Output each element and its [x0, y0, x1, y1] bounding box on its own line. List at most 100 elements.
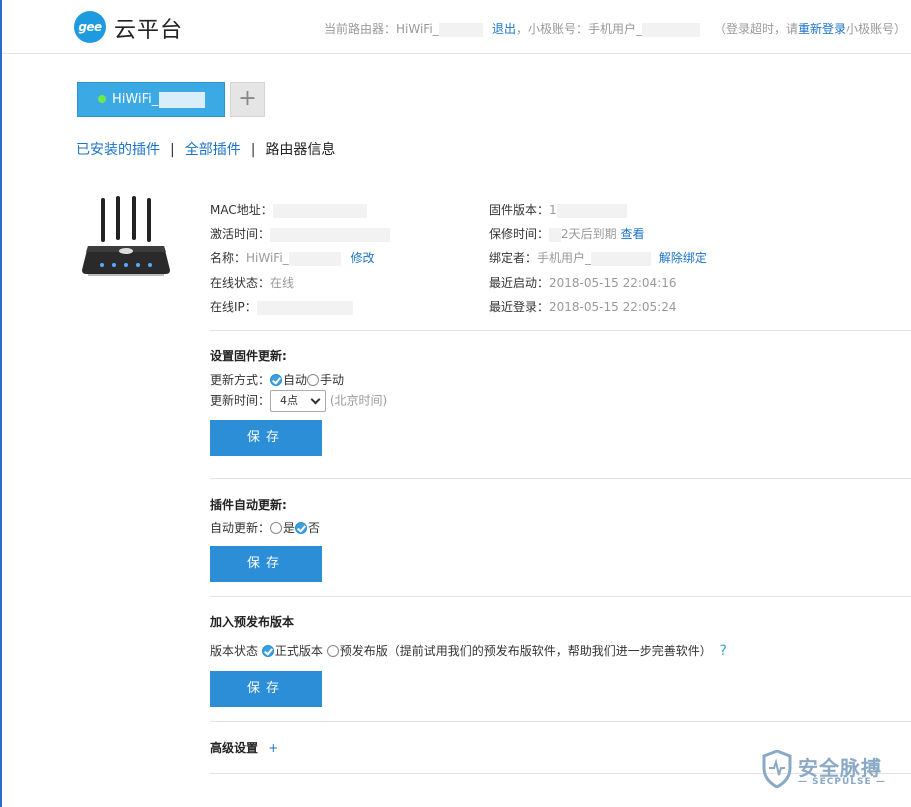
subnav-separator: | — [170, 142, 175, 158]
prerelease-label: 版本状态 — [210, 644, 259, 658]
plugin-update-title: 插件自动更新: — [210, 498, 287, 512]
info-last-login: 最近登录：2018-05-15 22:05:24 — [489, 298, 676, 315]
beijing-time-note: (北京时间) — [329, 393, 388, 408]
ip-label: 在线IP： — [210, 300, 257, 314]
device-tab-hiwifi[interactable]: HiWiFi_ — [77, 82, 225, 117]
fw-label: 固件版本： — [489, 203, 550, 217]
redacted-activate-time — [270, 227, 391, 242]
fw-value: 1 — [549, 203, 557, 217]
info-warranty: 保修时间： 2天后到期 查看 — [489, 225, 645, 242]
redacted-account — [642, 22, 701, 37]
redacted-router-name — [438, 22, 483, 37]
chevron-down-icon — [310, 394, 321, 405]
plugin-save-button[interactable]: 保存 — [210, 546, 322, 582]
unbind-link[interactable]: 解除绑定 — [659, 251, 707, 265]
info-mac: MAC地址： — [210, 201, 367, 218]
update-time-value: 4点 — [280, 394, 299, 407]
firmware-time-label: 更新时间： — [210, 393, 271, 408]
official-version-radio[interactable] — [261, 644, 274, 657]
plugin-yes-radio[interactable] — [270, 521, 283, 534]
account-info: 退出，小极账号：手机用户_ — [492, 20, 701, 37]
info-firmware-version: 固件版本：1 — [489, 201, 627, 218]
device-tab-label: HiWiFi_ — [112, 92, 159, 107]
name-value: HiWiFi_ — [246, 251, 289, 265]
router-image — [82, 196, 170, 276]
shield-icon — [762, 750, 792, 788]
plugin-subnav: 已安装的插件 | 全部插件 | 路由器信息 — [76, 139, 335, 159]
status-label: 在线状态： — [210, 276, 271, 290]
info-name: 名称：HiWiFi_ 修改 — [210, 249, 375, 266]
divider — [210, 330, 911, 331]
login-timeout-info: （登录超时，请重新登录小极账号） — [714, 20, 906, 37]
advanced-settings-title: 高级设置 — [210, 741, 259, 755]
firmware-mode-row: 更新方式： 自动 手动 — [210, 371, 344, 388]
prerelease-version-label[interactable]: 预发布版（提前试用我们的预发布版软件，帮助我们进一步完善软件） — [340, 644, 712, 658]
firmware-mode-label: 更新方式： — [210, 373, 271, 387]
info-activate-time: 激活时间： — [210, 225, 391, 242]
current-router-info: 当前路由器：HiWiFi_ — [324, 20, 483, 37]
advanced-settings-row[interactable]: 高级设置 + — [210, 739, 278, 756]
prerelease-version-radio[interactable] — [326, 644, 339, 657]
subnav-installed-plugins[interactable]: 已安装的插件 — [76, 142, 160, 158]
mac-label: MAC地址： — [210, 203, 273, 217]
add-device-button[interactable]: + — [230, 82, 265, 117]
redacted-warranty — [549, 227, 562, 242]
info-last-boot: 最近启动：2018-05-15 22:04:16 — [489, 274, 676, 291]
gee-logo-icon[interactable]: gee — [74, 11, 106, 43]
firmware-save-button[interactable]: 保存 — [210, 420, 322, 456]
timeout-suffix: 小极账号） — [846, 22, 907, 36]
redacted-binder — [591, 251, 652, 266]
warranty-value: 2天后到期 — [561, 227, 617, 241]
firmware-auto-label[interactable]: 自动 — [283, 373, 307, 387]
firmware-manual-radio[interactable] — [307, 373, 320, 386]
logout-link[interactable]: 退出 — [492, 22, 516, 36]
help-question-icon[interactable]: ? — [720, 643, 727, 659]
warranty-view-link[interactable]: 查看 — [620, 227, 644, 241]
last-login-label: 最近登录： — [489, 300, 550, 314]
last-boot-value: 2018-05-15 22:04:16 — [549, 276, 677, 290]
redacted-fw — [556, 203, 627, 218]
official-version-label[interactable]: 正式版本 — [275, 644, 323, 658]
plugin-auto-label: 自动更新： — [210, 521, 271, 535]
firmware-time-row: 更新时间： 4点 (北京时间) — [210, 390, 387, 412]
prerelease-row: 版本状态 正式版本 预发布版（提前试用我们的预发布版软件，帮助我们进一步完善软件… — [210, 642, 727, 659]
current-router-label: 当前路由器：HiWiFi_ — [324, 22, 439, 36]
relogin-link[interactable]: 重新登录 — [798, 22, 846, 36]
update-time-select[interactable]: 4点 — [270, 390, 327, 412]
online-dot-icon — [98, 94, 106, 103]
top-header: gee 云平台 当前路由器：HiWiFi_ 退出，小极账号：手机用户_ （登录超… — [2, 0, 911, 54]
redacted-ip — [256, 300, 353, 315]
last-login-value: 2018-05-15 22:05:24 — [549, 300, 677, 314]
divider — [210, 596, 911, 597]
binder-value: 手机用户_ — [537, 251, 592, 265]
redacted-name — [288, 251, 341, 266]
divider — [210, 478, 911, 479]
status-value: 在线 — [270, 276, 295, 290]
secpulse-watermark: 安全脉搏 — SECPULSE — — [762, 748, 902, 793]
redacted-device-name — [159, 91, 206, 108]
firmware-manual-label[interactable]: 手动 — [320, 373, 344, 387]
prerelease-save-button[interactable]: 保存 — [210, 671, 322, 707]
info-online-ip: 在线IP： — [210, 298, 353, 315]
binder-label: 绑定者： — [489, 251, 538, 265]
firmware-update-title: 设置固件更新: — [210, 349, 287, 363]
account-label: ，小极账号：手机用户_ — [516, 22, 643, 36]
divider — [210, 721, 911, 722]
subnav-router-info[interactable]: 路由器信息 — [265, 142, 335, 158]
warranty-label: 保修时间： — [489, 227, 550, 241]
info-binder: 绑定者：手机用户_ 解除绑定 — [489, 249, 707, 266]
expand-plus-icon[interactable]: + — [268, 741, 278, 755]
plugin-yes-label[interactable]: 是 — [283, 521, 295, 535]
redacted-mac — [272, 203, 367, 218]
plugin-no-radio[interactable] — [295, 521, 308, 534]
firmware-auto-radio[interactable] — [270, 373, 283, 386]
activate-label: 激活时间： — [210, 227, 271, 241]
logo-title[interactable]: 云平台 — [114, 12, 183, 44]
timeout-prefix: （登录超时，请 — [714, 22, 799, 36]
subnav-all-plugins[interactable]: 全部插件 — [185, 142, 241, 158]
last-boot-label: 最近启动： — [489, 276, 550, 290]
page-frame: gee 云平台 当前路由器：HiWiFi_ 退出，小极账号：手机用户_ （登录超… — [0, 0, 911, 807]
edit-name-link[interactable]: 修改 — [351, 251, 375, 265]
info-online-status: 在线状态：在线 — [210, 274, 294, 291]
plugin-no-label[interactable]: 否 — [308, 521, 320, 535]
